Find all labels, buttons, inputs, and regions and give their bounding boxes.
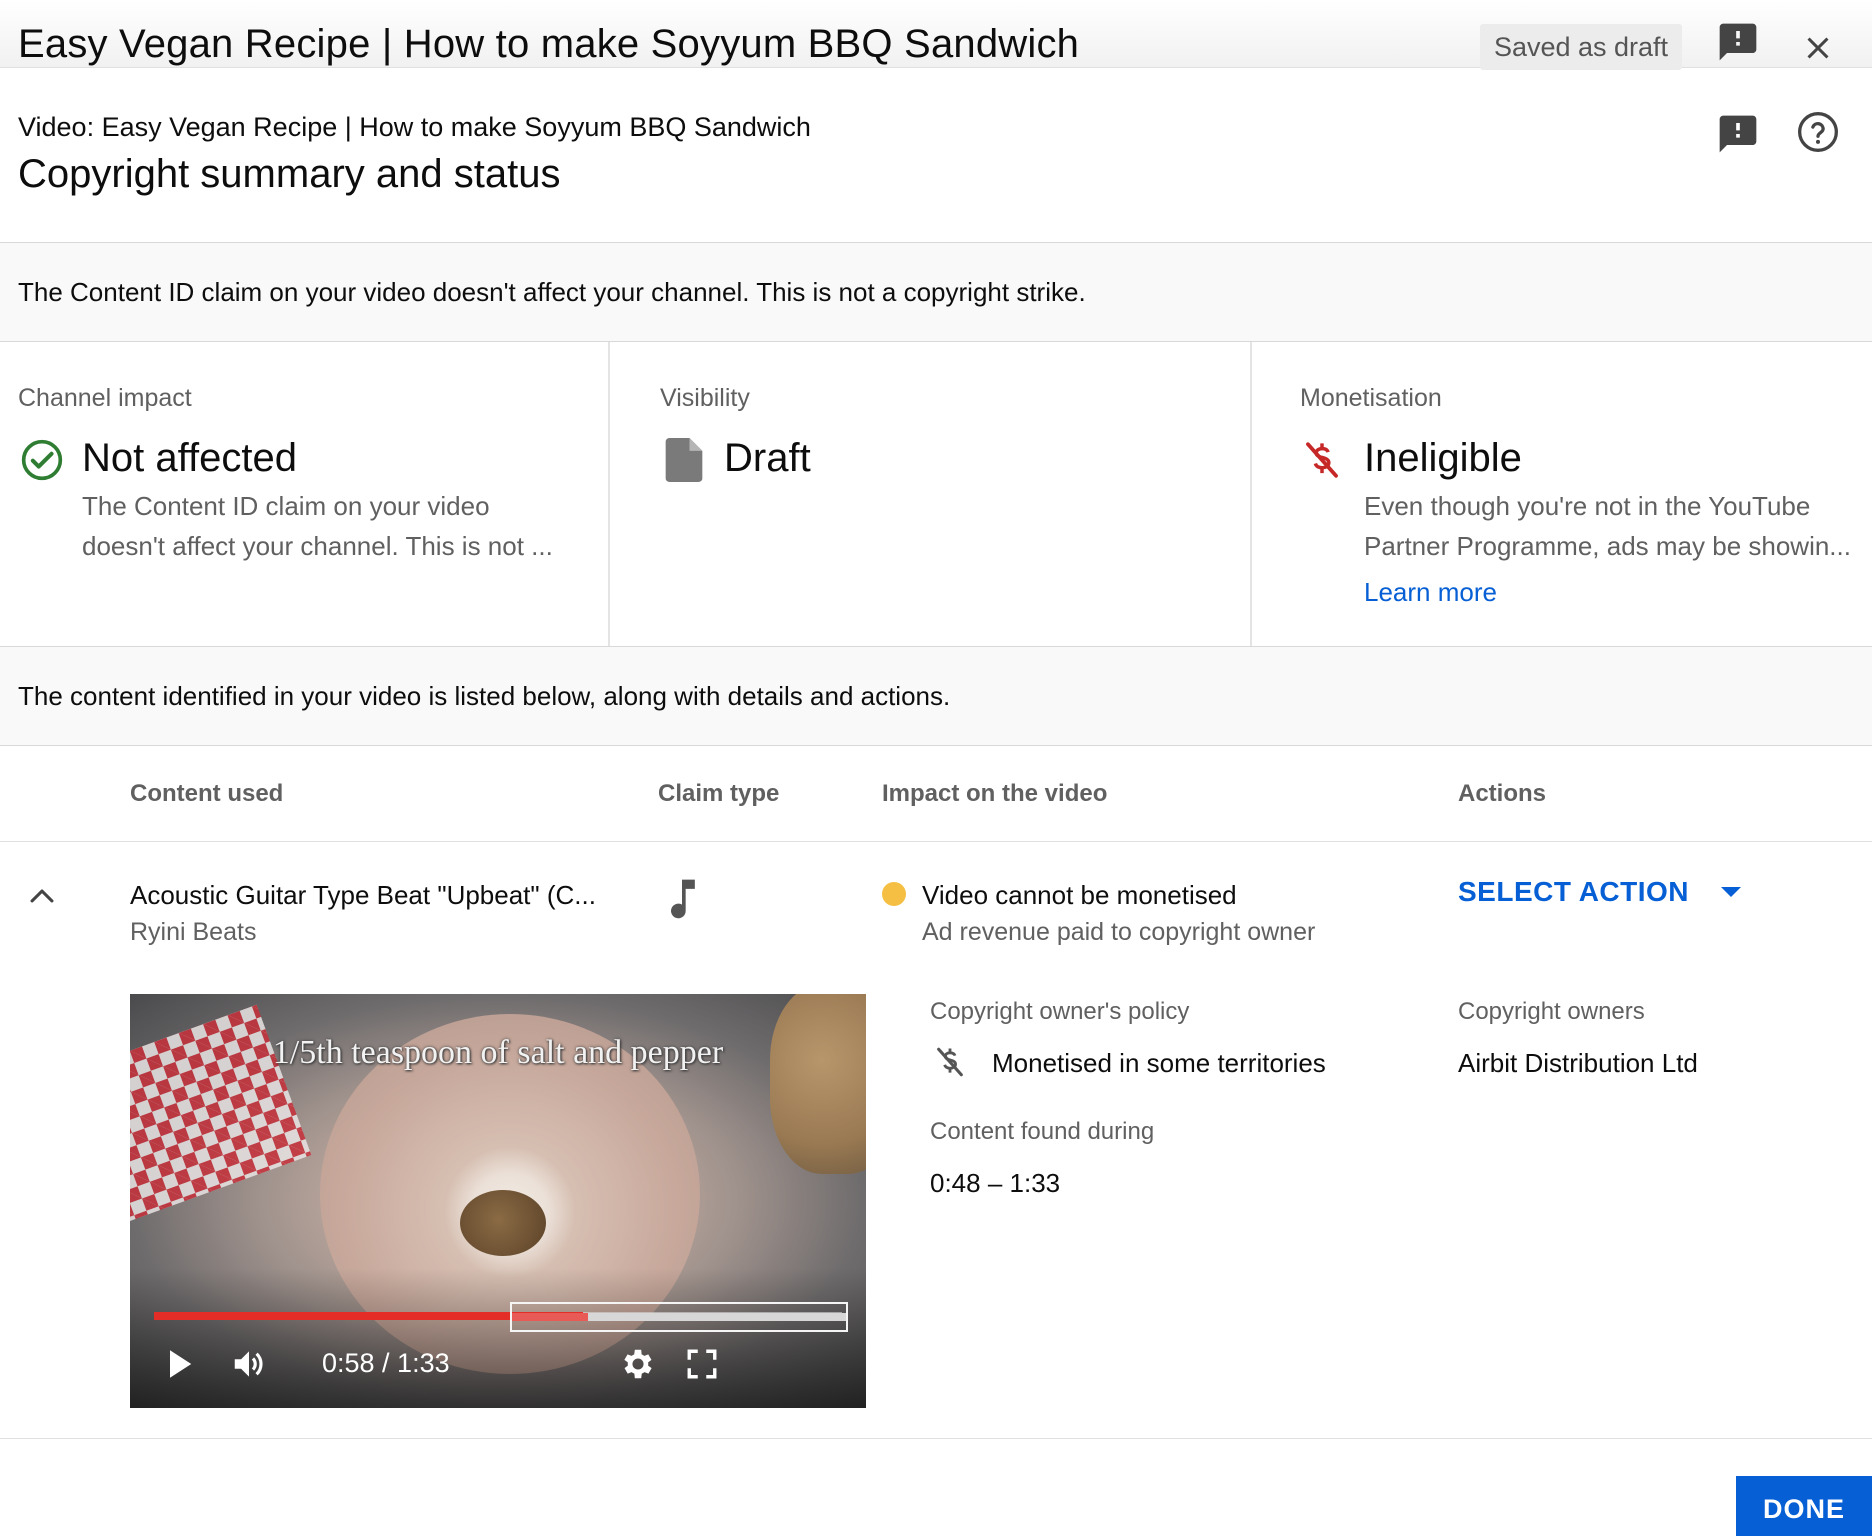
no-money-icon [1298, 436, 1346, 484]
play-button[interactable] [160, 1342, 200, 1386]
video-player[interactable]: 1/5th teaspoon of salt and pepper 0:58 /… [130, 994, 866, 1408]
policy-value: Monetised in some territories [992, 1048, 1326, 1078]
feedback-icon [1719, 115, 1757, 153]
content-title: Acoustic Guitar Type Beat "Upbeat" (C... [130, 880, 596, 910]
learn-more-link[interactable]: Learn more [1364, 572, 1854, 612]
check-circle-icon [18, 436, 66, 484]
header-impact: Impact on the video [882, 780, 1108, 807]
header-claim-type: Claim type [658, 780, 780, 807]
monetisation-card: Monetisation Ineligible Even though you'… [1250, 342, 1872, 648]
warning-status-dot [882, 882, 906, 906]
claim-notice-banner: The Content ID claim on your video doesn… [0, 242, 1872, 342]
collapse-row-button[interactable] [18, 872, 66, 920]
channel-impact-desc-line: doesn't affect your channel. This is not… [82, 531, 553, 561]
content-notice-banner: The content identified in your video is … [0, 646, 1872, 746]
header-content-used: Content used [130, 780, 284, 807]
found-during-label: Content found during [930, 1118, 1155, 1145]
footer-divider [0, 1438, 1872, 1439]
channel-impact-value: Not affected [82, 436, 297, 480]
owners-label: Copyright owners [1458, 998, 1645, 1025]
claimed-segment-marker [510, 1302, 848, 1332]
content-artist: Ryini Beats [130, 918, 257, 946]
segment-remaining [588, 1313, 846, 1321]
channel-impact-desc-line: The Content ID claim on your video [82, 491, 490, 521]
visibility-label: Visibility [660, 384, 750, 412]
header-actions: Actions [1458, 780, 1547, 807]
title-bar: Easy Vegan Recipe | How to make Soyyum B… [0, 0, 1872, 70]
channel-impact-label: Channel impact [18, 384, 192, 412]
settings-button[interactable] [616, 1342, 660, 1386]
play-icon [170, 1350, 192, 1378]
monetisation-description: Even though you're not in the YouTube Pa… [1364, 486, 1854, 612]
table-divider [0, 841, 1872, 842]
page-title: Copyright summary and status [18, 152, 561, 196]
found-during-timestamp[interactable]: 0:48 – 1:33 [930, 1168, 1060, 1199]
impact-subtitle: Ad revenue paid to copyright owner [922, 918, 1316, 946]
video-caption: 1/5th teaspoon of salt and pepper [272, 1034, 724, 1071]
fullscreen-button[interactable] [680, 1342, 724, 1386]
close-icon [1807, 37, 1829, 59]
summary-cards: Channel impact Not affected The Content … [0, 342, 1872, 648]
segment-played [512, 1313, 588, 1321]
feedback-button[interactable] [1714, 110, 1762, 158]
channel-impact-card: Channel impact Not affected The Content … [0, 342, 610, 648]
content-notice-text: The content identified in your video is … [18, 680, 951, 711]
window-title: Easy Vegan Recipe | How to make Soyyum B… [18, 22, 1080, 66]
chevron-up-icon [30, 889, 54, 903]
select-action-dropdown[interactable]: SELECT ACTION [1458, 876, 1743, 908]
channel-impact-description: The Content ID claim on your video doesn… [82, 486, 572, 566]
time-readout: 0:58 / 1:33 [322, 1348, 450, 1378]
volume-button[interactable] [226, 1342, 272, 1386]
video-subtitle: Video: Easy Vegan Recipe | How to make S… [18, 112, 811, 142]
document-icon [660, 436, 708, 484]
policy-label: Copyright owner's policy [930, 998, 1190, 1025]
music-note-icon [658, 874, 706, 922]
visibility-card: Visibility Draft [608, 342, 1252, 648]
impact-title: Video cannot be monetised [922, 880, 1237, 910]
monetisation-label: Monetisation [1300, 384, 1442, 412]
monetisation-value: Ineligible [1364, 436, 1522, 480]
video-frame-cookie [770, 994, 866, 1174]
monetisation-desc-line: Partner Programme, ads may be showin... [1364, 531, 1851, 561]
done-button[interactable]: DONE [1736, 1476, 1872, 1536]
fullscreen-icon [687, 1349, 717, 1379]
owners-value: Airbit Distribution Ltd [1458, 1048, 1698, 1078]
claim-notice-text: The Content ID claim on your video doesn… [18, 276, 1086, 307]
help-icon [1798, 112, 1838, 152]
video-frame-food [460, 1190, 546, 1256]
feedback-button-top[interactable] [1714, 18, 1762, 66]
monetisation-desc-line: Even though you're not in the YouTube [1364, 491, 1811, 521]
gear-icon [624, 1349, 652, 1379]
feedback-icon [1719, 23, 1757, 61]
draft-status-badge: Saved as draft [1480, 24, 1682, 70]
help-button[interactable] [1794, 108, 1842, 156]
select-action-label: SELECT ACTION [1458, 876, 1690, 907]
volume-icon [234, 1351, 263, 1377]
no-money-icon [928, 1040, 972, 1084]
caret-down-icon [1721, 887, 1742, 897]
visibility-value: Draft [724, 436, 811, 480]
close-button[interactable] [1794, 24, 1842, 72]
controls-gradient [130, 1268, 866, 1408]
